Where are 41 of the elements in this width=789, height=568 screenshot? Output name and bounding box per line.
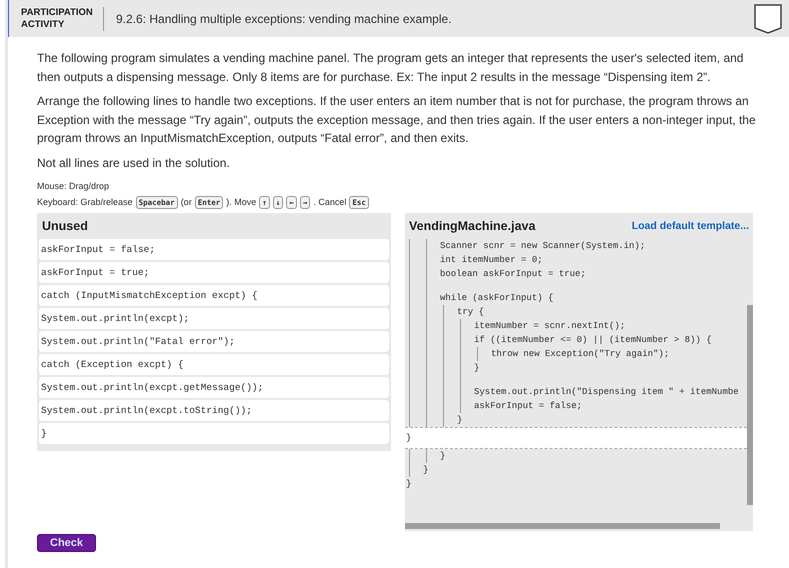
code-line: itemNumber = scnr.nextInt(); <box>473 320 626 333</box>
vertical-scrollbar[interactable] <box>747 305 753 505</box>
code-tile[interactable]: askForInput = false; <box>39 239 389 260</box>
keyboard-help: ). Move <box>226 196 256 209</box>
horizontal-scrollbar[interactable] <box>405 523 720 529</box>
load-template-link[interactable]: Load default template... <box>632 220 749 232</box>
keyboard-help: (or <box>180 196 192 209</box>
code-line: askForInput = false; <box>473 400 584 413</box>
keyboard-help: Keyboard: Grab/release <box>37 196 133 209</box>
code-tile[interactable]: System.out.println(excpt.toString()); <box>39 400 389 421</box>
code-line: } <box>456 414 464 427</box>
code-tile[interactable]: catch (InputMismatchException excpt) { <box>39 285 389 306</box>
panel-title: Unused <box>42 219 88 233</box>
code-line: while (askForInput) { <box>439 292 554 305</box>
code-tile[interactable]: catch (Exception excpt) { <box>39 354 389 375</box>
code-line: if ((itemNumber <= 0) || (itemNumber > 8)) { <box>473 334 713 347</box>
check-button[interactable]: Check <box>37 534 96 552</box>
code-line: boolean askForInput = true; <box>439 268 587 281</box>
code-line: } <box>473 362 480 375</box>
activity-badge: PARTICIPATION ACTIVITY <box>21 6 104 30</box>
code-line: int itemNumber = 0; <box>439 254 544 267</box>
code-tile[interactable]: System.out.println("Fatal error"); <box>39 331 389 352</box>
instruction-text: Arrange the following lines to handle two exceptions. If the user enters an item number that is not for purchase, the program throws an Exception with the message “Try again”, outputs the exception message, and then tries again. If the user enters a non-integer input, the program throws an InputMismatchException, outputs “Fatal error”, and then exits. <box>37 93 757 147</box>
instruction-text: The following program simulates a vending machine panel. The program gets an integer that represents the user's selected item, and then outputs a dispensing message. Only 8 items are for purchase. Ex: The input 2 results in the message “Dispensing item 2”. <box>37 50 744 86</box>
keyboard-help: . Cancel <box>313 196 346 209</box>
code-tile[interactable]: System.out.println(excpt.getMessage()); <box>39 377 389 398</box>
code-line: System.out.println("Dispensing item " + itemNumbe <box>473 386 740 399</box>
mouse-help: Mouse: Drag/drop <box>37 180 110 193</box>
code-line: } <box>439 450 446 463</box>
code-tile[interactable]: askForInput = true; <box>39 262 389 283</box>
code-line: Scanner scnr = new Scanner(System.in); <box>439 240 646 253</box>
activity-title: 9.2.6: Handling multiple exceptions: vending machine example. <box>116 12 453 26</box>
file-name: VendingMachine.java <box>409 219 536 233</box>
drop-slot[interactable]: } <box>405 427 747 449</box>
code-line: try { <box>456 306 486 319</box>
code-line: throw new Exception("Try again"); <box>490 348 670 361</box>
code-line: } <box>405 478 412 491</box>
code-line: } <box>422 464 430 477</box>
code-tile[interactable]: } <box>39 423 389 444</box>
instruction-text: Not all lines are used in the solution. <box>37 154 231 172</box>
code-tile[interactable]: System.out.println(excpt); <box>39 308 389 329</box>
